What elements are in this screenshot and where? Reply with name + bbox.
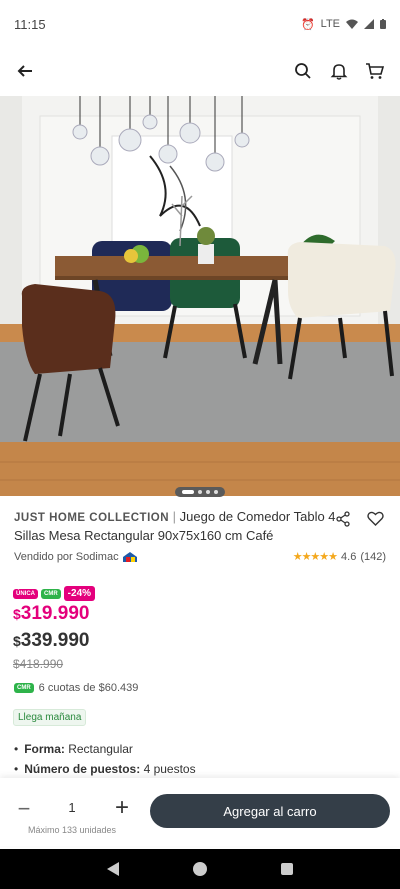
- add-to-cart-bar: − 1 + Máximo 133 unidades Agregar al car…: [0, 778, 400, 846]
- status-time: 11:15: [14, 16, 46, 32]
- product-title: JUST HOME COLLECTION | Juego de Comedor …: [14, 508, 339, 545]
- dining-set-photo: [0, 96, 400, 496]
- carousel-dot[interactable]: [214, 490, 218, 494]
- notifications-button[interactable]: [328, 60, 350, 82]
- app-header: [0, 48, 400, 94]
- network-type: LTE: [320, 18, 340, 30]
- spec-value: 4 puestos: [143, 762, 196, 776]
- title-actions: [332, 508, 386, 530]
- discount-badge: -24%: [63, 586, 96, 601]
- installments-text: 6 cuotas de $60.439: [38, 682, 139, 694]
- price-badges: ÚNICA CMR -24%: [13, 586, 96, 601]
- spec-label: Número de puestos:: [24, 762, 141, 776]
- rating-stars: ★★★★★: [292, 551, 338, 563]
- signal-icon: [364, 19, 374, 29]
- product-image[interactable]: [0, 96, 400, 496]
- alarm-icon: ⏰: [300, 18, 315, 31]
- installments-row: CMR 6 cuotas de $60.439: [14, 682, 138, 694]
- rating[interactable]: ★★★★★ 4.6 (142): [292, 550, 386, 564]
- cmr-price: $319.990: [13, 603, 89, 625]
- currency-symbol: $: [13, 606, 21, 622]
- spec-value: Rectangular: [68, 742, 133, 756]
- heart-icon: [366, 511, 384, 526]
- bell-icon: [330, 64, 348, 80]
- share-button[interactable]: [332, 508, 354, 530]
- add-to-cart-button[interactable]: Agregar al carro: [150, 794, 390, 828]
- favorite-button[interactable]: [364, 508, 386, 530]
- share-icon: [336, 511, 350, 527]
- cart-icon: [366, 63, 385, 79]
- battery-icon: [380, 19, 386, 29]
- quantity-decrease-button[interactable]: −: [14, 796, 34, 822]
- delivery-badge: Llega mañana: [13, 709, 87, 726]
- title-separator: |: [172, 509, 177, 524]
- quantity-increase-button[interactable]: +: [110, 794, 134, 822]
- nav-back-icon[interactable]: [107, 862, 119, 876]
- seller-row: Vendido por Sodimac ★★★★★ 4.6 (142): [14, 550, 386, 564]
- system-nav-bar: [0, 849, 400, 889]
- seller-label[interactable]: Vendido por Sodimac: [14, 551, 119, 563]
- back-button[interactable]: [14, 60, 36, 82]
- old-price: $418.990: [13, 657, 64, 671]
- cmr-badge: CMR: [14, 683, 34, 693]
- spec-label: Forma:: [24, 742, 65, 756]
- wifi-icon: [346, 19, 358, 29]
- cmr-badge: CMR: [41, 588, 61, 599]
- normal-price: $339.990: [13, 630, 89, 652]
- review-count: (142): [360, 550, 386, 563]
- carousel-dot[interactable]: [206, 490, 210, 494]
- currency-symbol: $: [13, 633, 21, 649]
- status-bar: 11:15 ⏰ LTE: [0, 0, 400, 48]
- normal-price-value: 339.990: [20, 630, 90, 651]
- cart-button[interactable]: [364, 60, 386, 82]
- search-icon: [295, 63, 311, 79]
- cmr-price-value: 319.990: [20, 603, 90, 624]
- unica-badge: ÚNICA: [13, 588, 38, 599]
- sodimac-logo-icon: [122, 551, 137, 562]
- spec-list: • Forma: Rectangular • Número de puestos: …: [14, 742, 196, 782]
- carousel-dots[interactable]: [175, 487, 225, 497]
- max-quantity-label: Máximo 133 unidades: [28, 825, 117, 835]
- product-brand[interactable]: JUST HOME COLLECTION: [14, 512, 169, 524]
- nav-home-icon[interactable]: [193, 862, 207, 876]
- spec-item: • Número de puestos: 4 puestos: [14, 762, 196, 776]
- arrow-left-icon: [17, 65, 32, 77]
- spec-item: • Forma: Rectangular: [14, 742, 133, 756]
- carousel-dot[interactable]: [198, 490, 202, 494]
- carousel-dot[interactable]: [182, 490, 194, 494]
- quantity-value[interactable]: 1: [62, 800, 82, 815]
- status-icons: ⏰ LTE: [301, 18, 386, 31]
- search-button[interactable]: [292, 60, 314, 82]
- nav-recents-icon[interactable]: [281, 863, 293, 875]
- rating-value: 4.6: [341, 550, 357, 563]
